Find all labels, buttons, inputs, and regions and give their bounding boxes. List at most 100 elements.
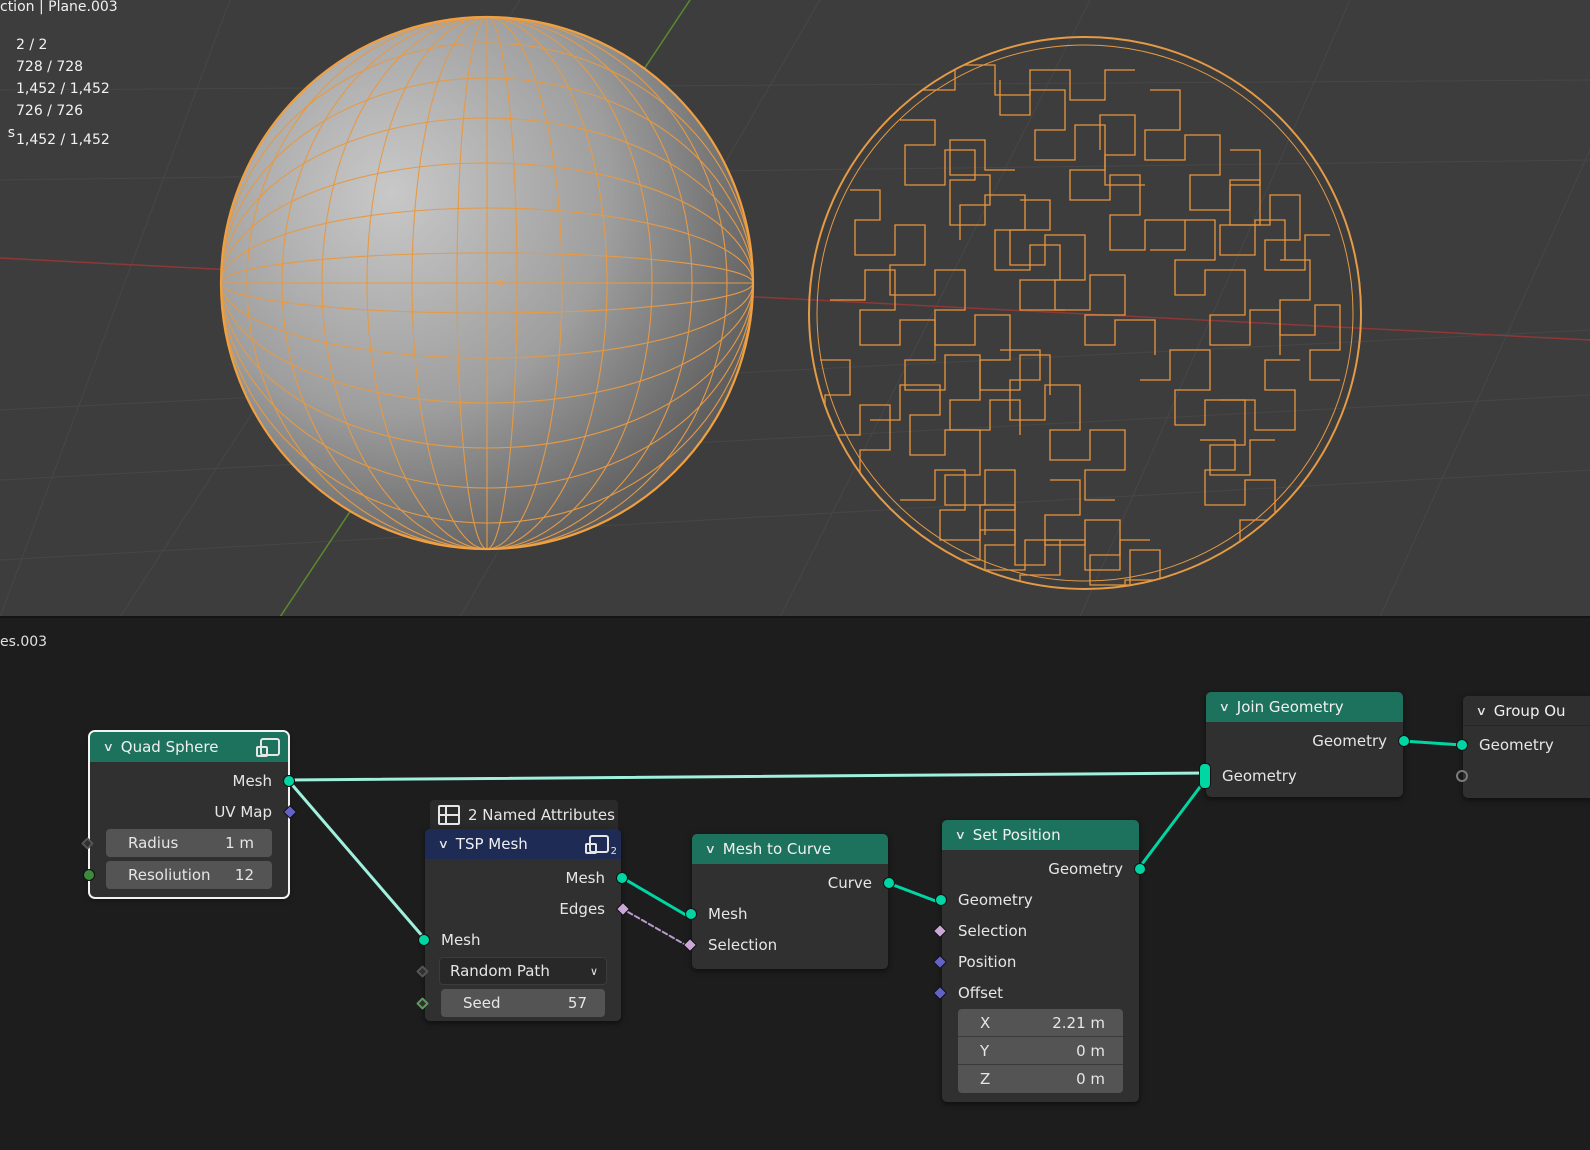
geometry-node-editor[interactable]: es.003 ∨ Quad Sphere Mesh UV Map Radius … (0, 618, 1590, 1150)
3d-viewport[interactable]: ction | Plane.003 2 / 2 728 / 728 1,452 … (0, 0, 1590, 617)
socket-label: Edges (559, 899, 605, 918)
mesh-input-socket[interactable] (418, 933, 430, 946)
input-mesh: Mesh (418, 924, 621, 955)
quad-sphere-object[interactable] (219, 15, 755, 551)
collapse-chevron-icon[interactable]: ∨ (705, 842, 716, 856)
mode-row: Random Path ∨ (416, 955, 621, 987)
collapse-chevron-icon[interactable]: ∨ (955, 828, 966, 842)
stat-triangles: s1,452 / 1,452 (0, 122, 110, 148)
node-title: TSP Mesh (455, 835, 528, 853)
offset-z-field[interactable]: Z 0 m (958, 1065, 1123, 1093)
geometry-input-socket[interactable] (1456, 738, 1468, 751)
output-geometry: Geometry (1206, 725, 1410, 756)
offset-y-field[interactable]: Y 0 m (958, 1037, 1123, 1065)
field-label: Seed (463, 994, 501, 1012)
tsp-mesh-header[interactable]: ∨ TSP Mesh 2 (425, 829, 621, 859)
socket-label: UV Map (214, 802, 272, 821)
set-position-node[interactable]: ∨ Set Position Geometry Geometry Selecti… (932, 820, 1146, 1102)
input-empty (1456, 760, 1590, 791)
link-curve-setposition (886, 881, 943, 905)
scene-statistics: 2 / 2 728 / 728 1,452 / 1,452 726 / 726 … (0, 34, 110, 148)
field-value: 57 (567, 994, 587, 1012)
field-label: Radius (128, 834, 179, 852)
group-output-node[interactable]: ∨ Group Ou Geometry (1456, 696, 1590, 798)
input-offset: Offset (932, 977, 1139, 1008)
output-edges: Edges (425, 893, 631, 924)
geometry-input-socket[interactable] (935, 893, 947, 906)
collapse-chevron-icon[interactable]: ∨ (438, 837, 449, 851)
socket-label: Geometry (1312, 731, 1387, 750)
attribute-table-icon (438, 805, 460, 825)
resolution-field[interactable]: Resoliution 12 (106, 861, 272, 889)
collapse-chevron-icon[interactable]: ∨ (1476, 704, 1487, 718)
viewport-scene[interactable] (0, 0, 1590, 617)
dropdown-value: Random Path (450, 962, 550, 980)
mesh-to-curve-node[interactable]: ∨ Mesh to Curve Curve Mesh Selection (682, 834, 895, 969)
node-group-icon[interactable] (585, 835, 609, 854)
resolution-row: Resoliution 12 (83, 859, 288, 891)
output-uv-map: UV Map (90, 796, 298, 827)
input-geometry: Geometry (1456, 729, 1590, 760)
axis-label: X (980, 1013, 991, 1032)
viewport-object-title: ction | Plane.003 (0, 0, 118, 15)
input-geometry: Geometry (935, 884, 1139, 915)
mesh-output-socket[interactable] (283, 774, 295, 787)
socket-label: Mesh (565, 868, 606, 887)
quad-sphere-node[interactable]: ∨ Quad Sphere Mesh UV Map Radius 1 m Res… (81, 730, 298, 899)
socket-label: Geometry (1048, 859, 1123, 878)
join-geometry-header[interactable]: ∨ Join Geometry (1206, 692, 1403, 722)
offset-vector-field: X 2.21 m Y 0 m Z 0 m (958, 1009, 1123, 1093)
frame-label-text: 2 Named Attributes (468, 806, 615, 824)
named-attributes-frame-label[interactable]: 2 Named Attributes (430, 800, 618, 830)
node-title: Mesh to Curve (722, 840, 832, 858)
output-geometry: Geometry (942, 853, 1146, 884)
socket-label: Curve (827, 873, 872, 892)
geometry-output-socket[interactable] (1134, 862, 1146, 875)
stat-vertices-value: 728 / 728 (16, 59, 84, 75)
set-position-header[interactable]: ∨ Set Position (942, 820, 1139, 850)
geometry-multi-input-socket[interactable] (1199, 762, 1211, 789)
socket-label: Mesh (708, 904, 748, 923)
socket-label: Selection (958, 921, 1028, 940)
collapse-chevron-icon[interactable]: ∨ (103, 740, 114, 754)
stat-triangles-value: 1,452 / 1,452 (16, 132, 110, 148)
node-title: Quad Sphere (120, 738, 219, 756)
socket-label: Mesh (232, 771, 273, 790)
seed-field[interactable]: Seed 57 (441, 989, 605, 1017)
mesh-input-socket[interactable] (685, 907, 697, 920)
field-label: Resoliution (128, 866, 211, 884)
socket-label: Selection (708, 935, 778, 954)
input-selection: Selection (932, 915, 1139, 946)
axis-label: Z (980, 1070, 991, 1088)
socket-label: Geometry (958, 890, 1033, 909)
link-join-output (1401, 739, 1464, 747)
geometry-output-socket[interactable] (1398, 734, 1410, 747)
collapse-chevron-icon[interactable]: ∨ (1219, 700, 1230, 714)
radius-field[interactable]: Radius 1 m (106, 829, 272, 857)
node-title: Join Geometry (1236, 698, 1344, 716)
stat-objects: 2 / 2 (0, 34, 110, 56)
mesh-to-curve-header[interactable]: ∨ Mesh to Curve (692, 834, 888, 864)
offset-x-field[interactable]: X 2.21 m (958, 1009, 1123, 1037)
group-output-header[interactable]: ∨ Group Ou (1463, 696, 1590, 726)
mode-dropdown[interactable]: Random Path ∨ (439, 957, 607, 985)
resolution-input-socket[interactable] (83, 869, 95, 881)
stat-edges: 1,452 / 1,452 (0, 78, 110, 100)
input-selection: Selection (682, 929, 888, 960)
quad-sphere-header[interactable]: ∨ Quad Sphere (90, 732, 288, 762)
node-group-icon[interactable] (256, 738, 280, 757)
node-title: Set Position (972, 826, 1061, 844)
curve-output-socket[interactable] (883, 876, 895, 889)
empty-input-socket[interactable] (1456, 769, 1468, 782)
socket-label: Geometry (1222, 766, 1297, 785)
tsp-curve-object[interactable] (808, 36, 1362, 600)
tsp-mesh-node[interactable]: ∨ TSP Mesh 2 Mesh Edges Mesh Random Path… (416, 829, 631, 1021)
socket-label: Geometry (1479, 735, 1554, 754)
output-mesh: Mesh (90, 765, 295, 796)
link-tsp-mesh-to-curve (619, 875, 693, 920)
mesh-output-socket[interactable] (616, 871, 628, 884)
socket-label: Mesh (441, 930, 481, 949)
join-geometry-node[interactable]: ∨ Join Geometry Geometry Geometry (1199, 692, 1410, 797)
link-quadsphere-tsp (286, 778, 426, 940)
group-user-count: 2 (610, 846, 617, 857)
